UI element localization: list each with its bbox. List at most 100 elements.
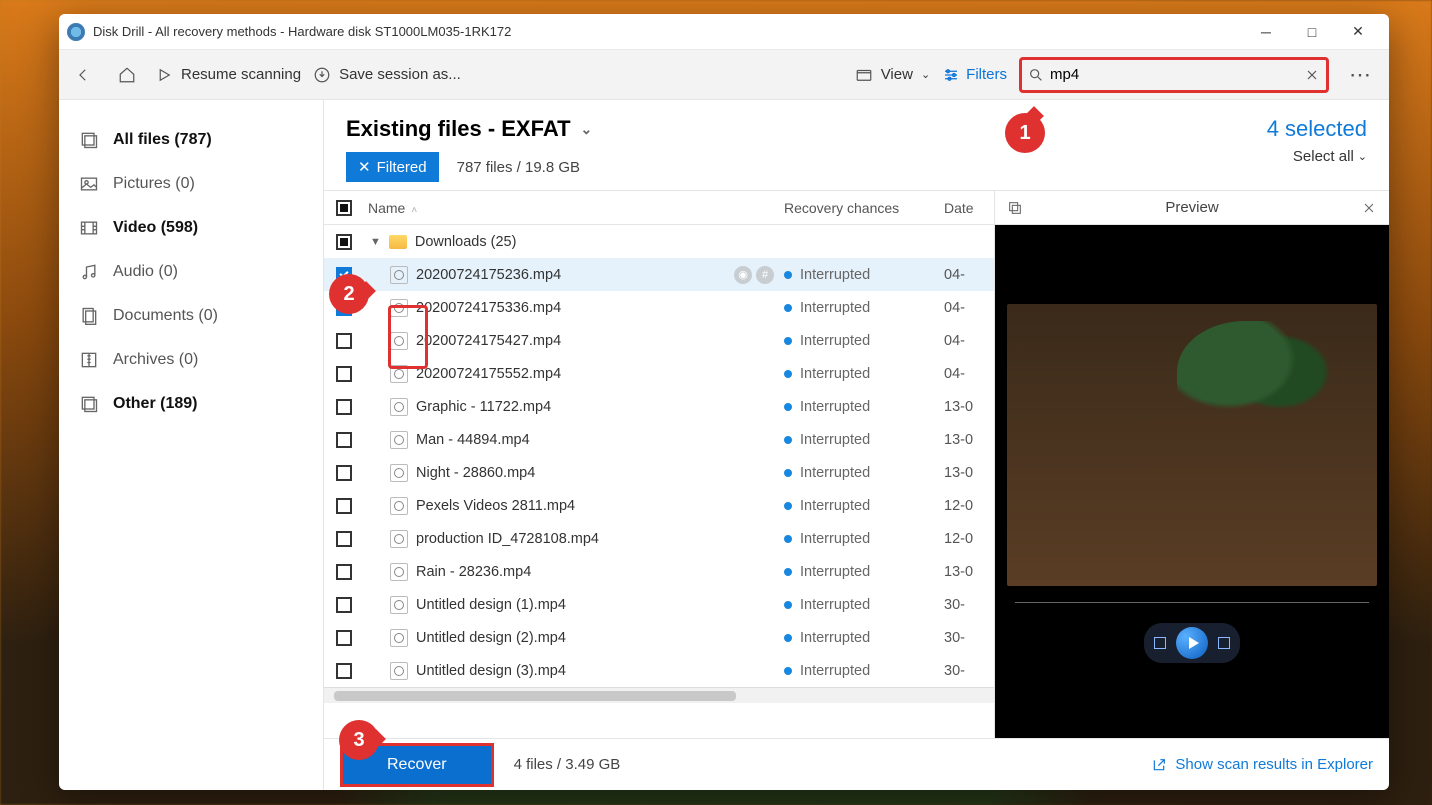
close-preview-icon[interactable] (1361, 200, 1377, 216)
file-date: 12-0 (944, 498, 994, 514)
sidebar-item-all-files[interactable]: All files (787) (59, 118, 323, 162)
row-checkbox[interactable] (336, 366, 352, 382)
recovery-status: Interrupted (800, 465, 870, 481)
recover-label: Recover (387, 756, 447, 773)
stop-button[interactable] (1154, 637, 1166, 649)
file-date: 30- (944, 597, 994, 613)
save-session-button[interactable]: Save session as... (313, 66, 461, 84)
sidebar-item-audio[interactable]: Audio (0) (59, 250, 323, 294)
show-in-explorer-link[interactable]: Show scan results in Explorer (1151, 756, 1373, 773)
hash-icon[interactable]: # (756, 266, 774, 284)
back-button[interactable] (67, 59, 99, 91)
file-row[interactable]: 20200724175427.mp4Interrupted04- (324, 324, 994, 357)
sidebar-item-pictures[interactable]: Pictures (0) (59, 162, 323, 206)
more-menu-button[interactable]: ⋯ (1341, 62, 1381, 88)
chevron-down-icon: ⌄ (921, 68, 930, 81)
eye-icon[interactable]: ◉ (734, 266, 752, 284)
search-box[interactable] (1019, 57, 1329, 93)
col-label: Recovery chances (784, 200, 899, 216)
play-icon (155, 66, 173, 84)
file-icon (390, 332, 408, 350)
file-row[interactable]: production ID_4728108.mp4Interrupted12-0 (324, 522, 994, 555)
annotation-3: 3 (339, 720, 379, 760)
file-icon (390, 530, 408, 548)
file-name: Night - 28860.mp4 (416, 465, 535, 481)
file-date: 13-0 (944, 399, 994, 415)
show-explorer-label: Show scan results in Explorer (1175, 756, 1373, 773)
row-checkbox[interactable] (336, 597, 352, 613)
close-button[interactable]: ✕ (1335, 16, 1381, 48)
resume-scanning-button[interactable]: Resume scanning (155, 66, 301, 84)
file-row[interactable]: 20200724175552.mp4Interrupted04- (324, 357, 994, 390)
sidebar-item-documents[interactable]: Documents (0) (59, 294, 323, 338)
file-row[interactable]: Pexels Videos 2811.mp4Interrupted12-0 (324, 489, 994, 522)
seek-bar[interactable] (1015, 602, 1370, 603)
file-row[interactable]: Untitled design (2).mp4Interrupted30- (324, 621, 994, 654)
row-checkbox[interactable] (336, 432, 352, 448)
file-row[interactable]: 20200724175236.mp4◉#Interrupted04- (324, 258, 994, 291)
row-checkbox[interactable] (336, 498, 352, 514)
select-all-checkbox[interactable] (336, 200, 352, 216)
column-date[interactable]: Date (944, 200, 994, 216)
filtered-chip[interactable]: ✕ Filtered (346, 152, 439, 182)
row-checkbox[interactable] (336, 465, 352, 481)
select-all-label: Select all (1293, 148, 1354, 165)
file-name: Untitled design (2).mp4 (416, 630, 566, 646)
file-row[interactable]: Night - 28860.mp4Interrupted13-0 (324, 456, 994, 489)
status-dot-icon (784, 634, 792, 642)
section-heading-dropdown[interactable]: Existing files - EXFAT ⌄ (346, 116, 592, 142)
row-checkbox[interactable] (336, 564, 352, 580)
row-checkbox[interactable] (336, 630, 352, 646)
view-button[interactable]: View ⌄ (855, 66, 930, 84)
search-icon (1028, 67, 1044, 83)
sidebar-label: All files (787) (113, 131, 212, 149)
column-name[interactable]: Name˄ (364, 200, 784, 216)
file-row[interactable]: Man - 44894.mp4Interrupted13-0 (324, 423, 994, 456)
sidebar-item-video[interactable]: Video (598) (59, 206, 323, 250)
sidebar-item-archives[interactable]: Archives (0) (59, 338, 323, 382)
minimize-button[interactable]: ─ (1243, 16, 1289, 48)
home-button[interactable] (111, 59, 143, 91)
file-row[interactable]: Graphic - 11722.mp4Interrupted13-0 (324, 390, 994, 423)
file-row[interactable]: Rain - 28236.mp4Interrupted13-0 (324, 555, 994, 588)
row-checkbox[interactable] (336, 234, 352, 250)
sidebar-label: Documents (0) (113, 307, 218, 325)
sidebar-label: Video (598) (113, 219, 198, 237)
status-dot-icon (784, 403, 792, 411)
filters-button[interactable]: Filters (942, 66, 1007, 84)
file-row[interactable]: Untitled design (3).mp4Interrupted30- (324, 654, 994, 687)
status-dot-icon (784, 568, 792, 576)
window-title: Disk Drill - All recovery methods - Hard… (93, 24, 511, 39)
folder-row[interactable]: ▼ Downloads (25) (324, 225, 994, 258)
sidebar-item-other[interactable]: Other (189) (59, 382, 323, 426)
clear-search-icon[interactable] (1304, 67, 1320, 83)
horizontal-scrollbar[interactable] (324, 687, 994, 703)
play-button[interactable] (1176, 627, 1208, 659)
file-date: 30- (944, 663, 994, 679)
recovery-status: Interrupted (800, 267, 870, 283)
file-date: 30- (944, 630, 994, 646)
file-icon (390, 497, 408, 515)
external-link-icon (1151, 757, 1167, 773)
status-dot-icon (784, 304, 792, 312)
file-count-text: 787 files / 19.8 GB (457, 159, 580, 176)
row-checkbox[interactable] (336, 399, 352, 415)
row-checkbox[interactable] (336, 531, 352, 547)
chevron-down-icon[interactable]: ▼ (370, 236, 381, 248)
file-row[interactable]: Untitled design (1).mp4Interrupted30- (324, 588, 994, 621)
select-all-button[interactable]: Select all ⌄ (1267, 148, 1367, 165)
row-checkbox[interactable] (336, 333, 352, 349)
column-recovery[interactable]: Recovery chances (784, 200, 944, 216)
file-date: 12-0 (944, 531, 994, 547)
status-dot-icon (784, 271, 792, 279)
copy-icon[interactable] (1007, 200, 1023, 216)
search-input[interactable] (1050, 66, 1298, 83)
maximize-button[interactable]: □ (1289, 16, 1335, 48)
recovery-status: Interrupted (800, 366, 870, 382)
file-row[interactable]: 20200724175336.mp4Interrupted04- (324, 291, 994, 324)
row-checkbox[interactable] (336, 663, 352, 679)
fullscreen-button[interactable] (1218, 637, 1230, 649)
file-icon (390, 662, 408, 680)
app-logo-icon (67, 23, 85, 41)
sort-icon: ˄ (411, 205, 417, 216)
